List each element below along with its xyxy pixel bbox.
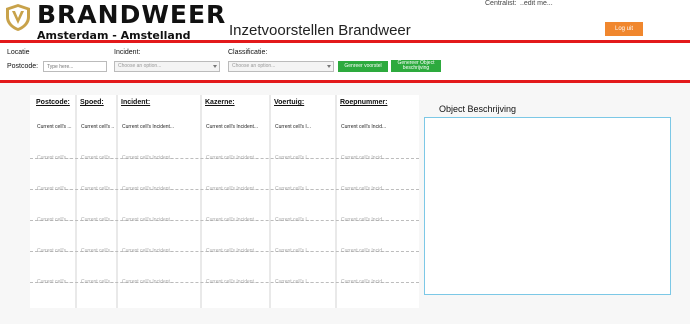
object-description-panel — [424, 117, 671, 295]
table-cell[interactable]: Current cell's I... — [275, 217, 333, 223]
table-cell[interactable]: Current cell's Incid... — [341, 155, 415, 161]
column-separator — [116, 95, 118, 308]
table-cell[interactable]: Current cell's I... — [275, 279, 333, 285]
generate-object-description-button[interactable]: Genereer Object beschrijving — [391, 60, 441, 72]
table-cell[interactable]: Current cell's Incid... — [341, 248, 415, 254]
column-header[interactable]: Incident: — [121, 99, 150, 106]
table-cell[interactable]: Current cell's Incid... — [341, 279, 415, 285]
table-cell[interactable]: Current cell's Incident... — [122, 124, 198, 130]
brandweer-logo-icon — [6, 4, 30, 31]
brand-name: BRANDWEER — [37, 0, 227, 29]
column-header[interactable]: Spoed: — [80, 99, 104, 106]
table-cell[interactable]: Current cell's ... — [81, 279, 114, 285]
centralist-value[interactable]: ..edit me... — [520, 0, 553, 7]
proposal-table: Postcode: Spoed: Incident: Kazerne: Voertuig… — [30, 95, 419, 308]
column-separator — [269, 95, 271, 308]
table-cell[interactable]: Current cell's Incident... — [206, 248, 267, 254]
table-cell[interactable]: Current cell's ... — [37, 124, 73, 130]
column-header[interactable]: Roepnummer: — [340, 99, 387, 106]
table-cell[interactable]: Current cell's Incident... — [206, 217, 267, 223]
table-cell[interactable]: Current cell's ... — [81, 217, 114, 223]
table-cell[interactable]: Current cell's ... — [37, 279, 73, 285]
column-separator — [75, 95, 77, 308]
postcode-label: Postcode: — [7, 63, 39, 70]
table-cell[interactable]: Current cell's Incid... — [341, 186, 415, 192]
table-cell[interactable]: Current cell's ... — [81, 248, 114, 254]
table-cell[interactable]: Current cell's Incident... — [122, 248, 198, 254]
column-separator — [335, 95, 337, 308]
column-header[interactable]: Kazerne: — [205, 99, 235, 106]
postcode-input[interactable] — [43, 61, 107, 72]
table-cell[interactable]: Current cell's I... — [275, 186, 333, 192]
table-cell[interactable]: Current cell's I... — [275, 248, 333, 254]
table-cell[interactable]: Current cell's Incident... — [122, 155, 198, 161]
table-cell[interactable]: Current cell's I... — [275, 155, 333, 161]
incident-select-value: Choose an option... — [118, 63, 162, 69]
chevron-down-icon — [213, 65, 217, 68]
table-cell[interactable]: Current cell's Incident... — [122, 279, 198, 285]
table-cell[interactable]: Current cell's ... — [37, 186, 73, 192]
table-cell[interactable]: Current cell's ... — [37, 155, 73, 161]
table-cell[interactable]: Current cell's Incid... — [341, 217, 415, 223]
table-cell[interactable]: Current cell's Incident... — [122, 186, 198, 192]
table-cell[interactable]: Current cell's ... — [81, 155, 114, 161]
object-description-title: Object Beschrijving — [439, 104, 517, 114]
classificatie-label: Classificatie: — [228, 49, 268, 56]
incident-select[interactable]: Choose an option... — [114, 61, 220, 72]
classificatie-select-value: Choose an option... — [232, 63, 276, 69]
table-cell[interactable]: Current cell's ... — [81, 124, 114, 130]
centralist-label: Centralist: — [485, 0, 517, 7]
table-cell[interactable]: Current cell's Incident... — [206, 124, 267, 130]
page-title: Inzetvoorstellen Brandweer — [229, 22, 411, 39]
locatie-label: Locatie — [7, 49, 30, 56]
column-separator — [200, 95, 202, 308]
table-cell[interactable]: Current cell's Incident... — [122, 217, 198, 223]
filter-bar: Locatie Postcode: Incident: Choose an op… — [0, 43, 690, 80]
table-cell[interactable]: Current cell's Incident... — [206, 155, 267, 161]
table-cell[interactable]: Current cell's Incid... — [341, 124, 415, 130]
table-cell[interactable]: Current cell's ... — [37, 248, 73, 254]
table-cell[interactable]: Current cell's Incident... — [206, 279, 267, 285]
column-header[interactable]: Postcode: — [36, 99, 70, 106]
chevron-down-icon — [327, 65, 331, 68]
classificatie-select[interactable]: Choose an option... — [228, 61, 334, 72]
generate-proposal-button[interactable]: Genreer voorstel — [338, 61, 388, 72]
table-cell[interactable]: Current cell's I... — [275, 124, 333, 130]
incident-label: Incident: — [114, 49, 141, 56]
table-cell[interactable]: Current cell's ... — [81, 186, 114, 192]
table-cell[interactable]: Current cell's ... — [37, 217, 73, 223]
table-cell[interactable]: Current cell's Incident... — [206, 186, 267, 192]
logout-button[interactable]: Log uit — [605, 22, 643, 36]
column-header[interactable]: Voertuig: — [274, 99, 304, 106]
